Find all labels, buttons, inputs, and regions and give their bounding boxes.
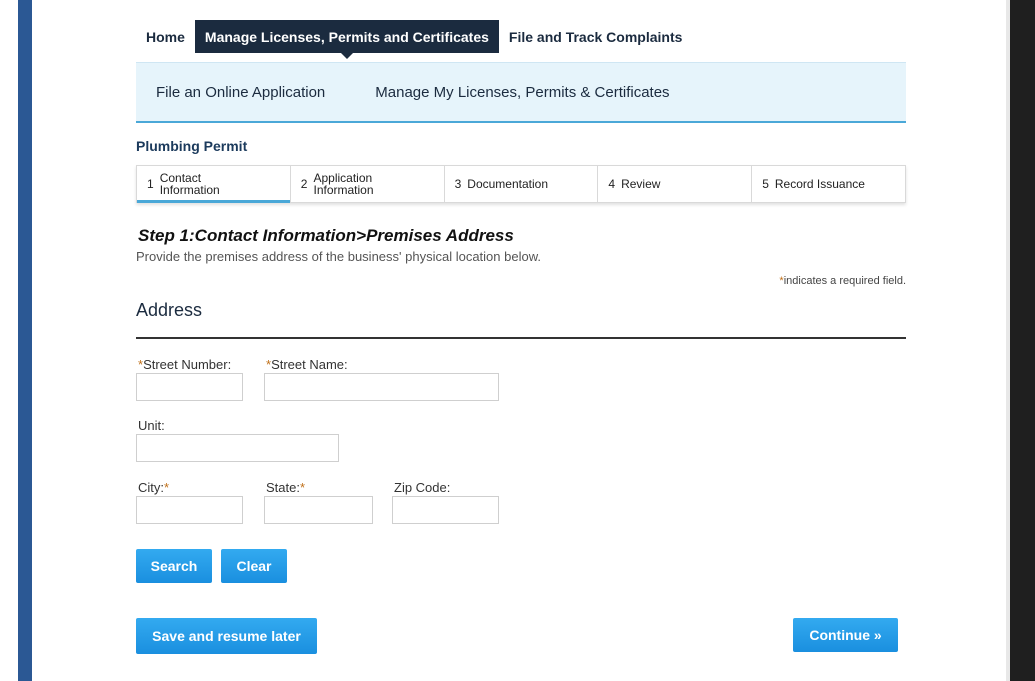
unit-label: Unit: bbox=[138, 418, 165, 433]
unit-input[interactable] bbox=[136, 434, 339, 462]
street-name-label-text: Street Name: bbox=[271, 357, 348, 372]
step-label: Application Information bbox=[313, 171, 374, 197]
required-star: * bbox=[164, 480, 170, 495]
state-input[interactable] bbox=[264, 496, 373, 524]
section-divider bbox=[136, 337, 906, 339]
step-label: Review bbox=[621, 177, 661, 191]
step-description: Provide the premises address of the busi… bbox=[136, 249, 541, 264]
nav-home[interactable]: Home bbox=[136, 20, 195, 53]
step-application-information[interactable]: 2 Application Information bbox=[290, 166, 445, 202]
required-note-text: indicates a required field. bbox=[783, 275, 906, 287]
street-number-input[interactable] bbox=[136, 373, 243, 401]
continue-button[interactable]: Continue » bbox=[793, 618, 898, 652]
subnav-manage-my-licenses[interactable]: Manage My Licenses, Permits & Certificat… bbox=[375, 84, 669, 101]
city-label: City:* bbox=[138, 480, 169, 495]
search-button[interactable]: Search bbox=[136, 549, 212, 583]
step-label: Record Issuance bbox=[774, 177, 865, 191]
nav-file-complaints[interactable]: File and Track Complaints bbox=[499, 20, 693, 53]
step-number: 3 bbox=[454, 177, 462, 191]
zip-code-input[interactable] bbox=[392, 496, 499, 524]
top-navigation: Home Manage Licenses, Permits and Certif… bbox=[136, 20, 693, 59]
step-contact-information[interactable]: 1 Contact Information bbox=[137, 166, 291, 203]
step-number: 1 bbox=[147, 177, 154, 191]
step-record-issuance[interactable]: 5 Record Issuance bbox=[752, 166, 905, 202]
step-progress-bar: 1 Contact Information 2 Application Info… bbox=[136, 165, 906, 203]
step-heading: Step 1:Contact Information>Premises Addr… bbox=[138, 226, 514, 245]
permit-title: Plumbing Permit bbox=[136, 138, 248, 154]
street-number-label: *Street Number: bbox=[138, 357, 231, 372]
address-section-title: Address bbox=[136, 300, 203, 320]
state-label: State:* bbox=[266, 480, 305, 495]
window-right-border bbox=[1010, 0, 1035, 681]
subnav-file-online-application[interactable]: File an Online Application bbox=[156, 84, 325, 101]
save-and-resume-later-button[interactable]: Save and resume later bbox=[136, 618, 317, 654]
zip-code-label: Zip Code: bbox=[394, 480, 451, 495]
sub-navigation: File an Online Application Manage My Lic… bbox=[136, 62, 906, 123]
street-number-label-text: Street Number: bbox=[143, 357, 232, 372]
step-documentation[interactable]: 3 Documentation bbox=[444, 166, 599, 202]
step-label: Contact Information bbox=[159, 171, 220, 197]
step-number: 2 bbox=[300, 177, 308, 191]
city-label-text: City: bbox=[138, 480, 164, 495]
nav-manage-licenses[interactable]: Manage Licenses, Permits and Certificate… bbox=[194, 20, 499, 59]
street-name-label: *Street Name: bbox=[266, 357, 348, 372]
required-field-note: *indicates a required field. bbox=[779, 275, 906, 287]
clear-button[interactable]: Clear bbox=[221, 549, 287, 583]
state-label-text: State: bbox=[266, 480, 300, 495]
required-star: * bbox=[299, 480, 306, 495]
city-input[interactable] bbox=[136, 496, 243, 524]
window-left-border bbox=[18, 0, 32, 681]
step-label: Documentation bbox=[467, 177, 548, 191]
step-number: 4 bbox=[608, 177, 616, 191]
step-number: 5 bbox=[762, 177, 769, 191]
street-name-input[interactable] bbox=[264, 373, 499, 401]
step-review[interactable]: 4 Review bbox=[598, 166, 753, 202]
